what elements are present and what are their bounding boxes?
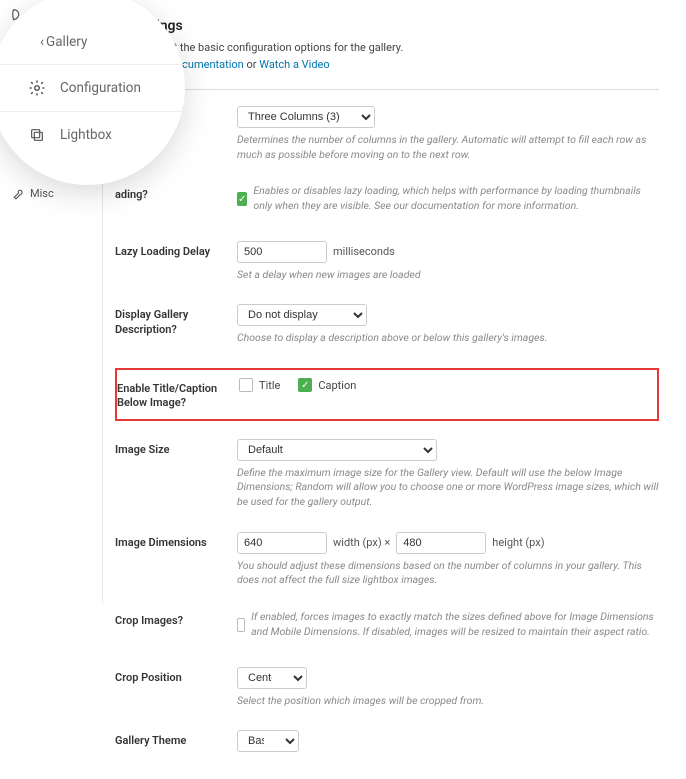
page-title: ry Settings xyxy=(115,18,659,34)
row-theme: Gallery Theme Base xyxy=(115,730,659,757)
sidebar-item-label: Misc xyxy=(30,187,54,200)
height-input[interactable] xyxy=(396,532,486,554)
highlight-box: Enable Title/Caption Below Image? Title … xyxy=(115,368,659,421)
intro-or: or xyxy=(244,58,259,71)
label-delay: Lazy Loading Delay xyxy=(115,241,237,259)
gear-icon xyxy=(28,79,46,97)
help-delay: Set a delay when new images are loaded xyxy=(237,268,659,283)
row-columns: Columns Three Columns (3) Determines the… xyxy=(115,106,659,162)
row-size: Image Size Default Define the maximum im… xyxy=(115,439,659,510)
label-crop: Crop Images? xyxy=(115,610,237,628)
label-dims: Image Dimensions xyxy=(115,532,237,550)
croppos-select[interactable]: Center xyxy=(237,667,307,689)
caption-cbx-label: Caption xyxy=(318,379,356,392)
help-size: Define the maximum image size for the Ga… xyxy=(237,466,659,510)
crop-checkbox[interactable] xyxy=(237,618,245,632)
title-checkbox[interactable] xyxy=(239,378,253,392)
row-desc: Display Gallery Description? Do not disp… xyxy=(115,304,659,346)
row-crop: Crop Images? If enabled, forces images t… xyxy=(115,610,659,644)
wrench-icon xyxy=(10,186,24,200)
help-crop: If enabled, forces images to exactly mat… xyxy=(251,610,659,639)
height-unit: height (px) xyxy=(492,536,544,549)
lazy-checkbox[interactable]: ✓ xyxy=(237,192,247,206)
size-select[interactable]: Default xyxy=(237,439,437,461)
caption-checkbox[interactable]: ✓ xyxy=(298,378,312,392)
help-desc: Choose to display a description above or… xyxy=(237,331,659,346)
copy-icon xyxy=(28,126,46,144)
help-columns: Determines the number of columns in the … xyxy=(237,133,659,162)
chevron-left-icon[interactable]: ‹ xyxy=(40,34,44,50)
label-enable: Enable Title/Caption Below Image? xyxy=(117,378,239,411)
row-dims: Image Dimensions width (px) × height (px… xyxy=(115,532,659,588)
delay-input[interactable] xyxy=(237,241,327,263)
magnifier-gallery[interactable]: ‹ Gallery xyxy=(0,30,185,65)
help-dims: You should adjust these dimensions based… xyxy=(237,559,659,588)
title-cbx-label: Title xyxy=(259,379,280,392)
delay-unit: milliseconds xyxy=(333,245,395,258)
row-lazy: ading? ✓ Enables or disables lazy loadin… xyxy=(115,184,659,218)
magnifier-item-label: Lightbox xyxy=(60,127,112,143)
help-croppos: Select the position which images will be… xyxy=(237,694,659,709)
width-input[interactable] xyxy=(237,532,327,554)
row-enable: Enable Title/Caption Below Image? Title … xyxy=(117,378,657,411)
intro-text: below adjust the basic configuration opt… xyxy=(115,40,659,90)
row-croppos: Crop Position Center Select the position… xyxy=(115,667,659,709)
help-lazy: Enables or disables lazy loading, which … xyxy=(253,184,659,213)
label-lazy: ading? xyxy=(115,184,237,202)
magnifier-popup: ‹ Gallery Configuration Lightbox xyxy=(0,0,185,185)
row-delay: Lazy Loading Delay milliseconds Set a de… xyxy=(115,241,659,283)
main-panel: ry Settings below adjust the basic confi… xyxy=(103,0,671,779)
columns-select[interactable]: Three Columns (3) xyxy=(237,106,375,128)
label-croppos: Crop Position xyxy=(115,667,237,685)
label-size: Image Size xyxy=(115,439,237,457)
label-theme: Gallery Theme xyxy=(115,730,237,748)
video-link[interactable]: Watch a Video xyxy=(259,58,329,71)
width-unit: width (px) × xyxy=(333,536,390,549)
desc-select[interactable]: Do not display xyxy=(237,304,367,326)
magnifier-item-label: Gallery xyxy=(46,34,87,50)
magnifier-item-label: Configuration xyxy=(60,80,141,96)
label-desc: Display Gallery Description? xyxy=(115,304,237,337)
magnifier-lightbox[interactable]: Lightbox xyxy=(0,112,185,158)
magnifier-configuration[interactable]: Configuration xyxy=(0,65,185,112)
theme-select[interactable]: Base xyxy=(237,730,299,752)
